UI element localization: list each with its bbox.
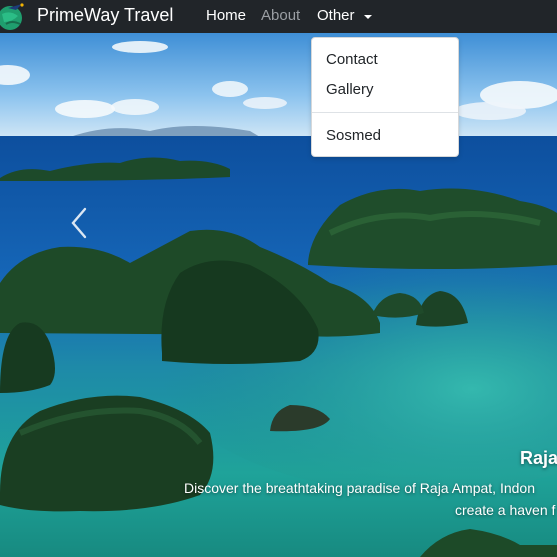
nav-other-dropdown-toggle[interactable]: Other [317, 6, 372, 26]
nav-home-link[interactable]: Home [206, 6, 246, 26]
other-dropdown-menu: Contact Gallery Sosmed [311, 37, 459, 157]
dropdown-divider [312, 112, 458, 113]
carousel-caption-text: Discover the breathtaking paradise of Ra… [184, 480, 535, 496]
hero-carousel: Raja Discover the breathtaking paradise … [0, 33, 557, 557]
dropdown-item-sosmed[interactable]: Sosmed [326, 126, 381, 146]
carousel-caption-title: Raja [520, 448, 557, 468]
nav-about-link[interactable]: About [261, 6, 300, 26]
carousel-prev-control[interactable] [60, 203, 100, 243]
dropdown-item-contact[interactable]: Contact [326, 50, 378, 70]
globe-plane-icon [0, 3, 24, 30]
nav-other-label: Other [317, 7, 355, 24]
chevron-left-icon [71, 207, 87, 239]
dropdown-item-gallery[interactable]: Gallery [326, 80, 374, 100]
caret-down-icon [363, 15, 372, 19]
navbar: PrimeWay Travel Home About Other [0, 0, 557, 33]
brand-name: PrimeWay Travel [37, 5, 174, 25]
carousel-caption-text-continued: create a haven f [455, 502, 556, 518]
